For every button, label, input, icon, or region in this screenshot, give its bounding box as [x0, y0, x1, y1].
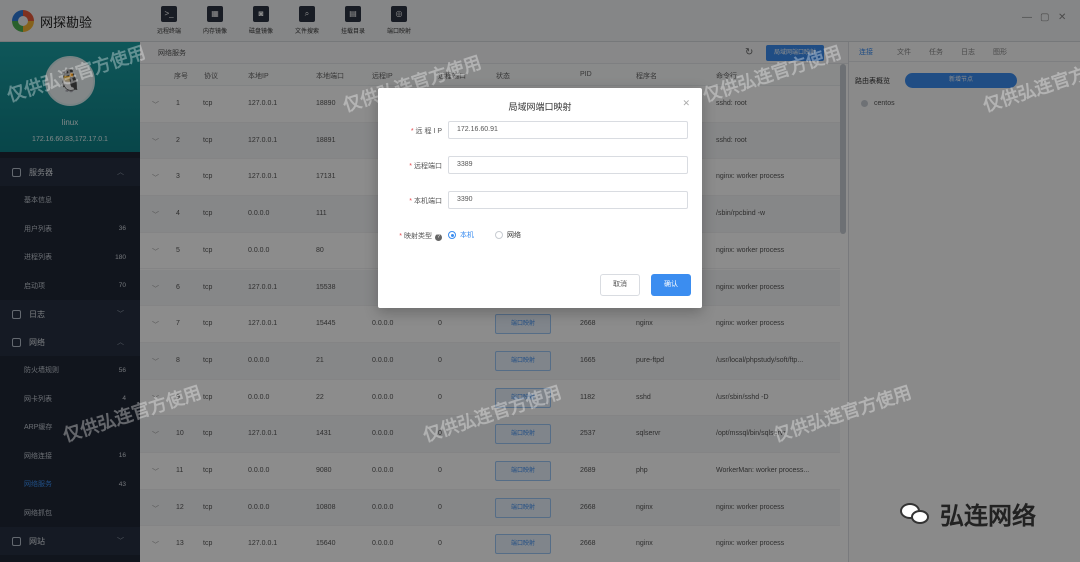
remote-ip-label-text: 远 程 I P — [415, 128, 442, 135]
map-type-label-text: 映射类型 — [404, 233, 432, 240]
local-port-input[interactable]: 3390 — [448, 191, 688, 209]
radio-checked-icon — [448, 231, 456, 239]
local-port-label: * 本机端口 — [409, 198, 442, 205]
radio-local[interactable]: 本机 — [448, 230, 474, 240]
port-map-dialog: 局域网端口映射 ✕ * 远 程 I P 172.16.60.91 * 远程端口 33… — [378, 88, 702, 308]
dialog-title: 局域网端口映射 — [508, 102, 572, 112]
close-icon[interactable]: ✕ — [682, 98, 690, 109]
remote-ip-input[interactable]: 172.16.60.91 — [448, 121, 688, 139]
footer-brand: 弘连网络 — [900, 496, 1036, 531]
radio-local-label: 本机 — [460, 232, 474, 239]
remote-ip-label: * 远 程 I P — [410, 128, 442, 135]
help-icon[interactable]: ? — [435, 234, 442, 241]
map-type-label: * 映射类型? — [378, 231, 442, 241]
radio-network-label: 网络 — [507, 232, 521, 239]
wechat-icon — [900, 501, 930, 527]
remote-port-input[interactable]: 3389 — [448, 156, 688, 174]
radio-network[interactable]: 网络 — [495, 230, 521, 240]
cancel-button[interactable]: 取消 — [600, 274, 640, 296]
remote-port-label: * 远程端口 — [409, 163, 442, 170]
remote-port-label-text: 远程端口 — [414, 163, 442, 170]
brand-name: 弘连网络 — [940, 503, 1036, 530]
confirm-button[interactable]: 确认 — [651, 274, 691, 296]
local-port-label-text: 本机端口 — [414, 198, 442, 205]
radio-unchecked-icon — [495, 231, 503, 239]
